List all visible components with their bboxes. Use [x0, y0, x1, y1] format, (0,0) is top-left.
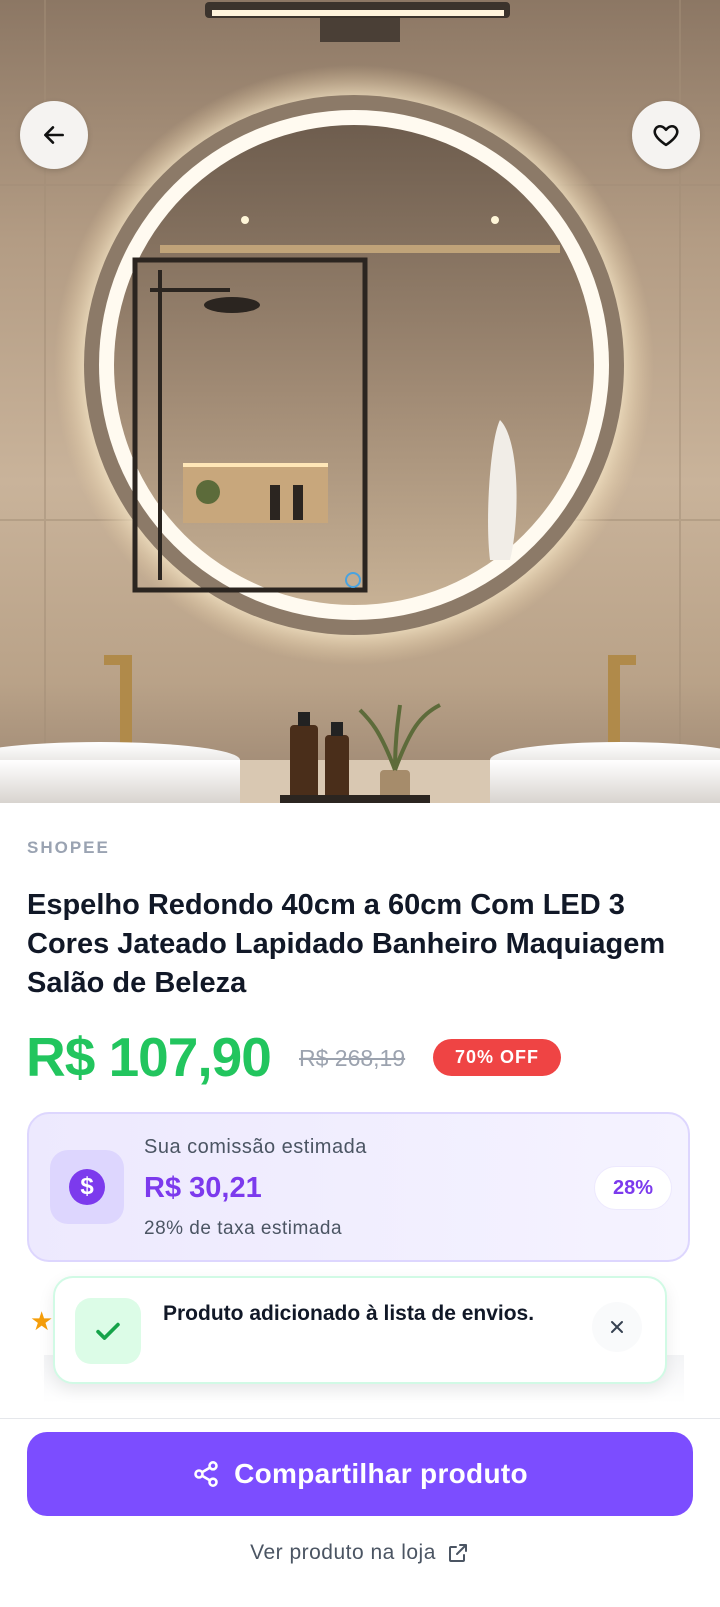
close-icon: [611, 1321, 623, 1333]
footer-divider: [0, 1418, 720, 1419]
product-price: R$ 107,90: [26, 1026, 272, 1088]
dollar-icon: $: [69, 1169, 105, 1205]
favorite-button[interactable]: [632, 101, 700, 169]
heart-icon: [653, 124, 679, 147]
dollar-icon-box: $: [50, 1150, 124, 1224]
share-button-label: Compartilhar produto: [234, 1458, 528, 1489]
product-title: Espelho Redondo 40cm a 60cm Com LED 3 Co…: [27, 889, 666, 999]
store-name: SHOPEE: [27, 838, 110, 857]
mirror-illustration: [0, 0, 720, 803]
view-in-store-label: Ver produto na loja: [250, 1541, 436, 1564]
toast-close-button[interactable]: [592, 1302, 642, 1352]
view-in-store-link[interactable]: Ver produto na loja: [0, 1535, 720, 1571]
check-icon-box: [75, 1298, 141, 1364]
commission-rate-text: 28% de taxa estimada: [144, 1218, 343, 1239]
success-toast: Produto adicionado à lista de envios.: [53, 1276, 667, 1384]
share-icon: [194, 1461, 218, 1487]
discount-badge: 70% OFF: [433, 1039, 561, 1076]
star-icon: ★: [30, 1306, 54, 1336]
check-icon: [96, 1322, 120, 1340]
commission-label: Sua comissão estimada: [144, 1136, 367, 1158]
back-button[interactable]: [20, 101, 88, 169]
external-link-icon: [448, 1544, 467, 1562]
commission-card: $ Sua comissão estimada R$ 30,21 28% de …: [27, 1112, 690, 1262]
commission-value: R$ 30,21: [144, 1172, 262, 1204]
share-product-button[interactable]: Compartilhar produto: [27, 1432, 693, 1516]
product-image: [0, 0, 720, 803]
commission-percent-badge: 28%: [594, 1166, 672, 1210]
arrow-left-icon: [44, 126, 64, 144]
toast-message: Produto adicionado à lista de envios.: [163, 1302, 535, 1325]
original-price: R$ 268,19: [299, 1045, 406, 1071]
